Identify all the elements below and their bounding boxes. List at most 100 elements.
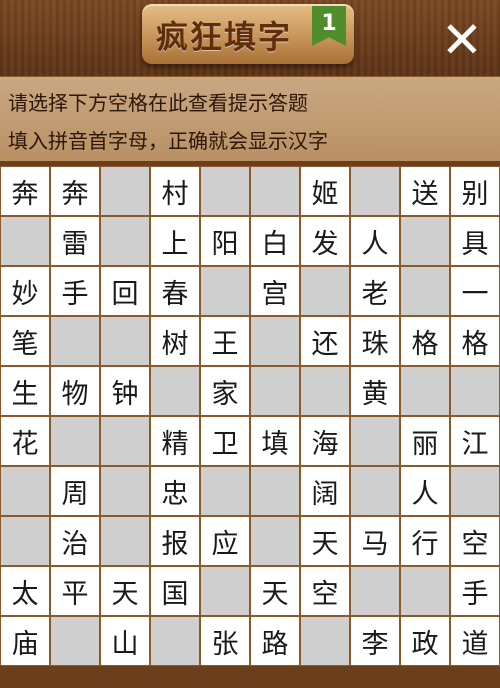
blank-cell[interactable] (150, 366, 200, 416)
grid-cell[interactable]: 黄 (350, 366, 400, 416)
blank-cell[interactable] (100, 516, 150, 566)
grid-cell[interactable]: 太 (0, 566, 50, 616)
grid-cell[interactable]: 树 (150, 316, 200, 366)
grid-cell[interactable]: 阳 (200, 216, 250, 266)
grid-cell[interactable]: 庙 (0, 616, 50, 666)
grid-cell[interactable]: 上 (150, 216, 200, 266)
blank-cell[interactable] (250, 366, 300, 416)
grid-cell[interactable]: 人 (350, 216, 400, 266)
blank-cell[interactable] (400, 366, 450, 416)
grid-cell[interactable]: 发 (300, 216, 350, 266)
grid-cell[interactable]: 行 (400, 516, 450, 566)
blank-cell[interactable] (250, 466, 300, 516)
grid-cell[interactable]: 笔 (0, 316, 50, 366)
grid-cell[interactable]: 白 (250, 216, 300, 266)
grid-cell[interactable]: 天 (100, 566, 150, 616)
grid-cell[interactable]: 天 (250, 566, 300, 616)
blank-cell[interactable] (100, 466, 150, 516)
grid-cell[interactable]: 宫 (250, 266, 300, 316)
grid-cell[interactable]: 别 (450, 166, 500, 216)
blank-cell[interactable] (300, 366, 350, 416)
grid-cell[interactable]: 具 (450, 216, 500, 266)
grid-cell[interactable]: 张 (200, 616, 250, 666)
grid-cell[interactable]: 回 (100, 266, 150, 316)
grid-cell[interactable]: 生 (0, 366, 50, 416)
grid-cell[interactable]: 山 (100, 616, 150, 666)
grid-cell[interactable]: 奔 (0, 166, 50, 216)
blank-cell[interactable] (350, 166, 400, 216)
blank-cell[interactable] (400, 216, 450, 266)
blank-cell[interactable] (0, 516, 50, 566)
blank-cell[interactable] (50, 616, 100, 666)
grid-cell[interactable]: 还 (300, 316, 350, 366)
grid-cell[interactable]: 花 (0, 416, 50, 466)
grid-cell[interactable]: 钟 (100, 366, 150, 416)
blank-cell[interactable] (400, 566, 450, 616)
grid-cell[interactable]: 卫 (200, 416, 250, 466)
grid-cell[interactable]: 路 (250, 616, 300, 666)
blank-cell[interactable] (450, 366, 500, 416)
grid-cell[interactable]: 奔 (50, 166, 100, 216)
grid-cell[interactable]: 周 (50, 466, 100, 516)
grid-cell[interactable]: 家 (200, 366, 250, 416)
grid-cell[interactable]: 填 (250, 416, 300, 466)
grid-cell[interactable]: 雷 (50, 216, 100, 266)
grid-cell[interactable]: 王 (200, 316, 250, 366)
grid-cell[interactable]: 一 (450, 266, 500, 316)
blank-cell[interactable] (350, 566, 400, 616)
grid-cell[interactable]: 珠 (350, 316, 400, 366)
grid-cell[interactable]: 平 (50, 566, 100, 616)
blank-cell[interactable] (100, 316, 150, 366)
grid-cell[interactable]: 精 (150, 416, 200, 466)
grid-cell[interactable]: 李 (350, 616, 400, 666)
grid-cell[interactable]: 妙 (0, 266, 50, 316)
blank-cell[interactable] (250, 516, 300, 566)
blank-cell[interactable] (0, 216, 50, 266)
blank-cell[interactable] (100, 416, 150, 466)
blank-cell[interactable] (200, 566, 250, 616)
grid-cell[interactable]: 手 (50, 266, 100, 316)
blank-cell[interactable] (450, 466, 500, 516)
grid-cell[interactable]: 道 (450, 616, 500, 666)
grid-cell[interactable]: 治 (50, 516, 100, 566)
grid-cell[interactable]: 人 (400, 466, 450, 516)
blank-cell[interactable] (350, 416, 400, 466)
blank-cell[interactable] (100, 216, 150, 266)
blank-cell[interactable] (300, 616, 350, 666)
grid-cell[interactable]: 空 (300, 566, 350, 616)
close-button[interactable]: ✕ (436, 14, 488, 66)
blank-cell[interactable] (250, 316, 300, 366)
grid-cell[interactable]: 海 (300, 416, 350, 466)
grid-cell[interactable]: 报 (150, 516, 200, 566)
grid-cell[interactable]: 手 (450, 566, 500, 616)
blank-cell[interactable] (400, 266, 450, 316)
grid-cell[interactable]: 村 (150, 166, 200, 216)
blank-cell[interactable] (200, 466, 250, 516)
grid-cell[interactable]: 天 (300, 516, 350, 566)
blank-cell[interactable] (300, 266, 350, 316)
grid-cell[interactable]: 送 (400, 166, 450, 216)
blank-cell[interactable] (250, 166, 300, 216)
grid-cell[interactable]: 政 (400, 616, 450, 666)
grid-cell[interactable]: 老 (350, 266, 400, 316)
blank-cell[interactable] (350, 466, 400, 516)
blank-cell[interactable] (50, 316, 100, 366)
grid-cell[interactable]: 格 (400, 316, 450, 366)
grid-cell[interactable]: 物 (50, 366, 100, 416)
blank-cell[interactable] (0, 466, 50, 516)
blank-cell[interactable] (50, 416, 100, 466)
grid-cell[interactable]: 空 (450, 516, 500, 566)
grid-cell[interactable]: 丽 (400, 416, 450, 466)
grid-cell[interactable]: 姬 (300, 166, 350, 216)
grid-cell[interactable]: 阔 (300, 466, 350, 516)
grid-cell[interactable]: 忠 (150, 466, 200, 516)
blank-cell[interactable] (100, 166, 150, 216)
grid-cell[interactable]: 春 (150, 266, 200, 316)
grid-cell[interactable]: 应 (200, 516, 250, 566)
grid-cell[interactable]: 马 (350, 516, 400, 566)
blank-cell[interactable] (200, 166, 250, 216)
grid-cell[interactable]: 国 (150, 566, 200, 616)
grid-cell[interactable]: 江 (450, 416, 500, 466)
grid-cell[interactable]: 格 (450, 316, 500, 366)
blank-cell[interactable] (200, 266, 250, 316)
